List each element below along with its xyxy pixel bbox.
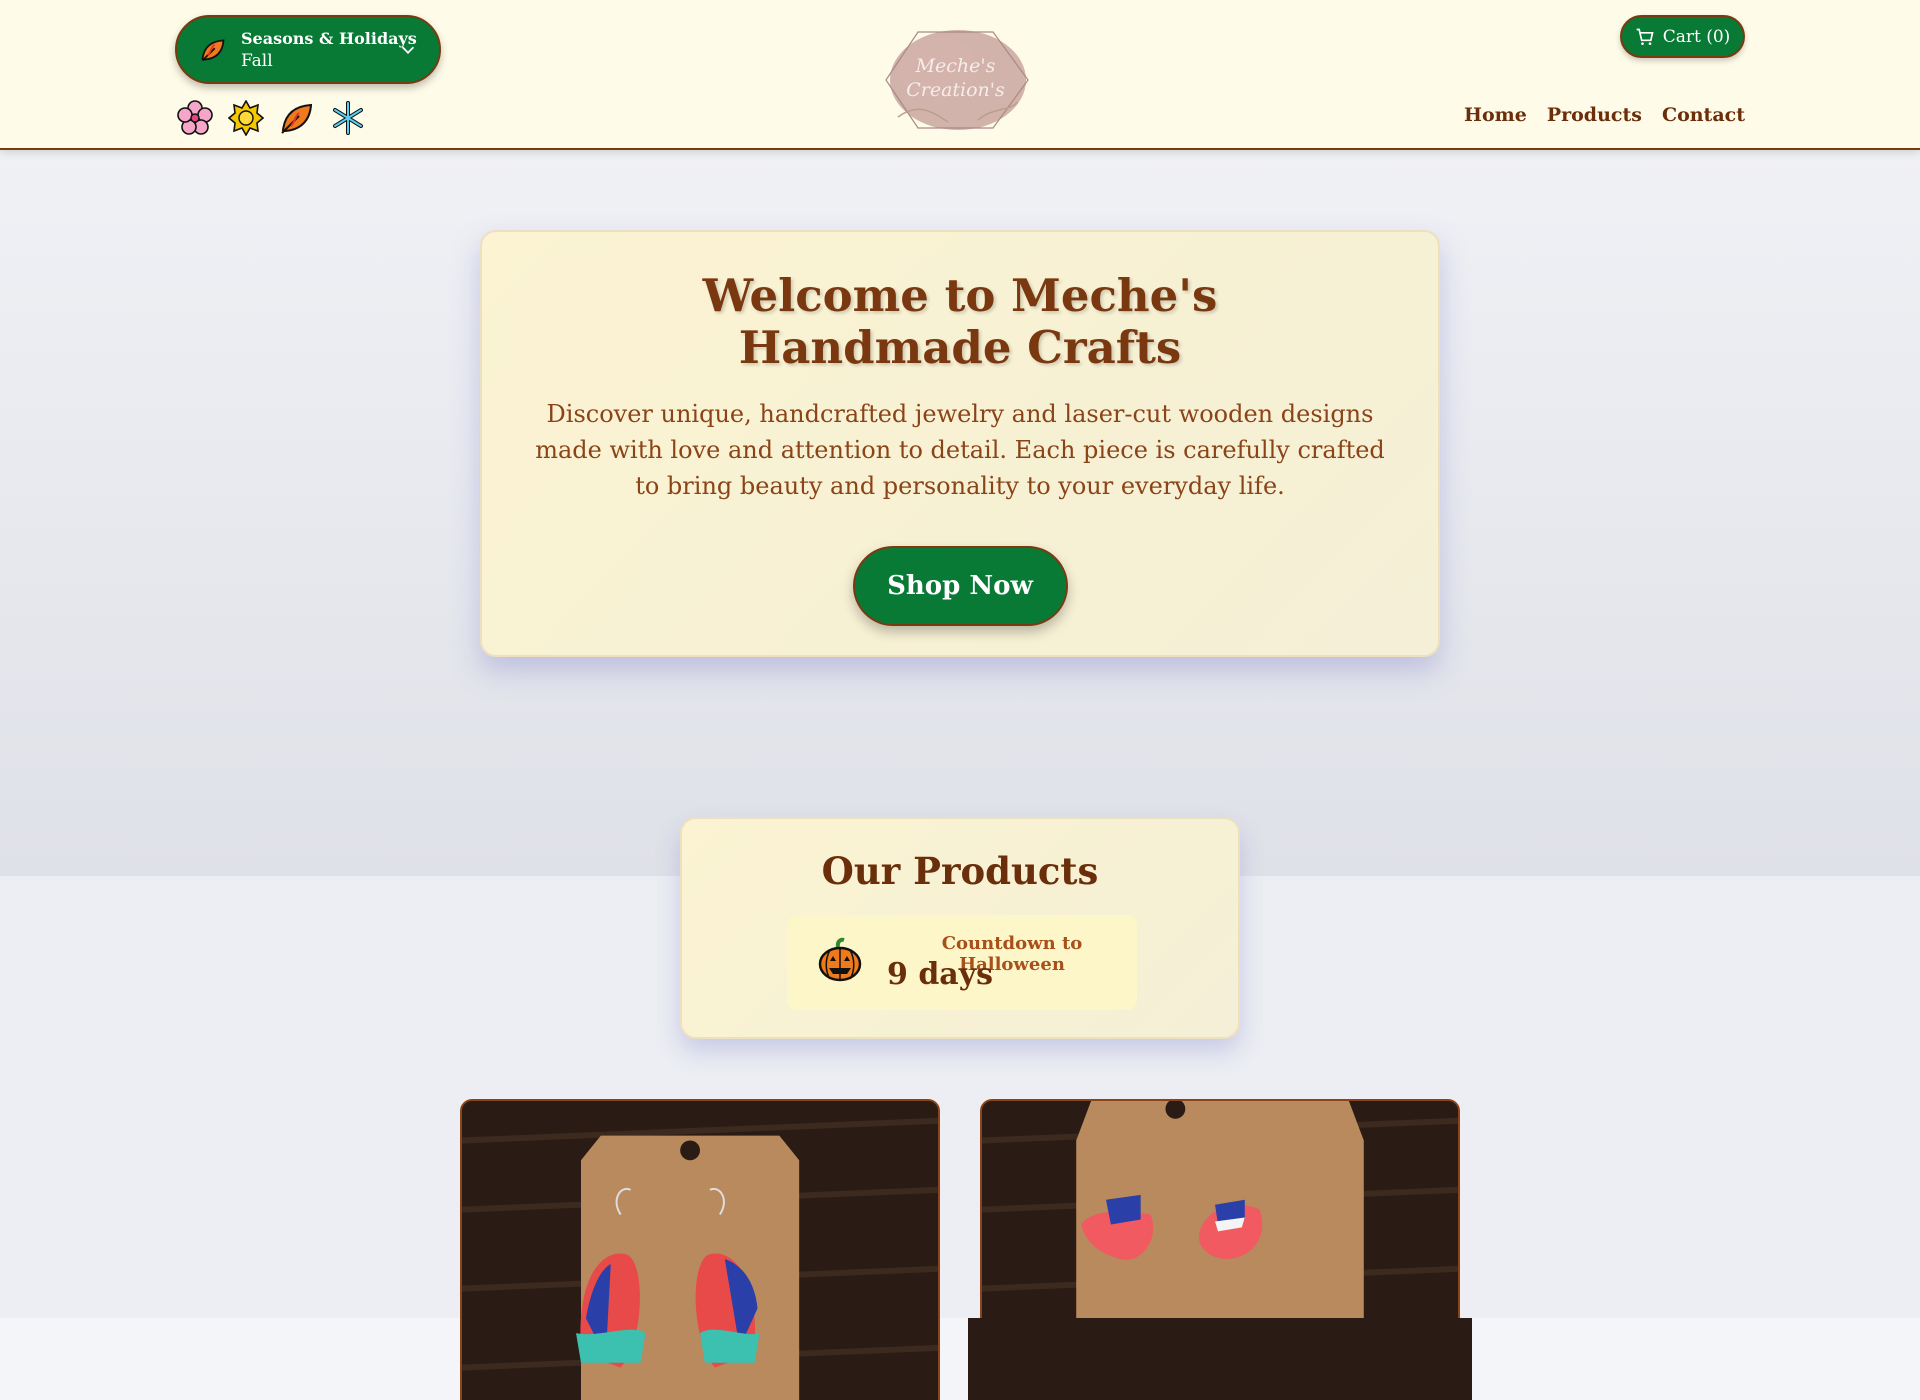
logo-line1: Meche's	[915, 55, 996, 77]
halloween-countdown: Countdown to Halloween 9 days	[787, 915, 1137, 1010]
footer-background	[0, 1318, 1920, 1400]
snowflake-icon[interactable]	[330, 100, 366, 136]
logo-line2: Creation's	[906, 79, 1005, 101]
season-dropdown[interactable]: Seasons & Holidays Fall	[175, 15, 441, 84]
leaf-icon[interactable]	[279, 100, 315, 136]
season-icon-row	[177, 100, 366, 136]
countdown-value: 9 days	[887, 957, 994, 992]
cart-icon	[1636, 28, 1654, 45]
hero-title: Welcome to Meche's Handmade Crafts	[702, 269, 1218, 374]
products-header-card: Our Products Countdown to Halloween 9 da…	[680, 817, 1240, 1039]
site-logo[interactable]: Meche's Creation's	[878, 22, 1033, 137]
nav-products[interactable]: Products	[1547, 104, 1642, 126]
season-value: Fall	[241, 50, 273, 71]
season-text: Seasons & Holidays Fall	[241, 28, 417, 72]
nav-home[interactable]: Home	[1464, 104, 1527, 126]
cart-label: Cart (0)	[1662, 26, 1731, 47]
shop-now-button[interactable]: Shop Now	[852, 546, 1068, 626]
pumpkin-icon	[818, 937, 862, 982]
hero-description: Discover unique, handcrafted jewelry and…	[535, 400, 1385, 500]
leaf-icon	[201, 38, 225, 61]
season-title: Seasons & Holidays	[241, 28, 417, 48]
main-nav: Home Products Contact	[1464, 104, 1745, 126]
sun-icon[interactable]	[228, 100, 264, 136]
chevron-down-icon	[401, 46, 415, 54]
product-card[interactable]	[460, 1099, 940, 1400]
products-title: Our Products	[821, 849, 1099, 893]
hero-card: Welcome to Meche's Handmade Crafts Disco…	[480, 230, 1440, 657]
site-header: Seasons & Holidays Fall Meche's Creation…	[0, 0, 1920, 150]
product-image	[462, 1101, 938, 1400]
flower-icon[interactable]	[177, 100, 213, 136]
image-overlay-block	[968, 1318, 1472, 1400]
cart-button[interactable]: Cart (0)	[1620, 15, 1745, 58]
nav-contact[interactable]: Contact	[1662, 104, 1745, 126]
